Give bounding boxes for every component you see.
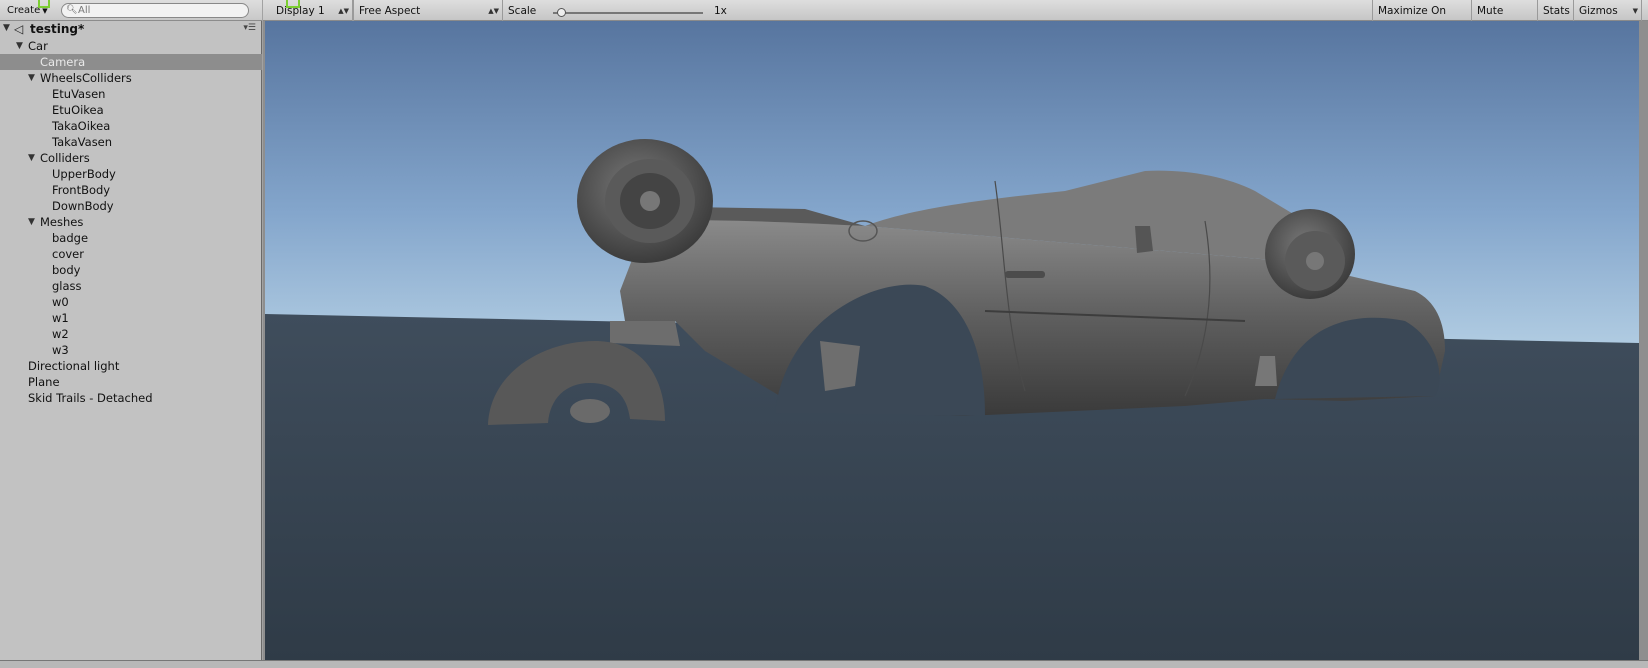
hierarchy-item[interactable]: ▼ Meshes — [0, 214, 262, 230]
scene-render — [265, 21, 1639, 661]
scene-header[interactable]: ▼ ◁ testing* ▾☰ — [0, 21, 262, 38]
hierarchy-item[interactable]: UpperBody — [0, 166, 262, 182]
game-view: Display 1 ▲▼ Free Aspect ▲▼ Scale 1x Max… — [263, 0, 1648, 668]
hierarchy-item[interactable]: Camera — [0, 54, 262, 70]
hierarchy-toolbar: Create ▼ 🔍︎ All — [0, 0, 262, 21]
hierarchy-item[interactable]: FrontBody — [0, 182, 262, 198]
create-label: Create — [7, 5, 41, 16]
hierarchy-item-label: FrontBody — [52, 183, 111, 197]
hierarchy-item-label: WheelsColliders — [40, 71, 132, 85]
wheel-rear-top — [577, 139, 713, 263]
mute-audio-button[interactable]: Mute Audio — [1472, 0, 1538, 39]
hierarchy-item-label: Meshes — [40, 215, 84, 229]
hierarchy-item-label: TakaOikea — [52, 119, 111, 133]
gizmos-label: Gizmos — [1579, 5, 1618, 17]
menu-icon[interactable]: ▾☰ — [243, 23, 256, 33]
hierarchy-item[interactable]: Directional light — [0, 358, 262, 374]
display-dropdown[interactable]: Display 1 ▲▼ — [271, 0, 353, 21]
hierarchy-item-label: EtuVasen — [52, 87, 106, 101]
green-marker-icon — [38, 0, 50, 8]
dropdown-arrow-icon: ▼ — [42, 7, 48, 15]
updown-icon: ▲▼ — [338, 7, 349, 15]
unity-icon: ◁ — [14, 22, 24, 36]
scale-slider-track[interactable] — [553, 12, 703, 14]
hierarchy-item[interactable]: w1 — [0, 310, 262, 326]
hierarchy-item[interactable]: w0 — [0, 294, 262, 310]
hierarchy-item-label: Colliders — [40, 151, 90, 165]
hierarchy-item[interactable]: ▼ WheelsColliders — [0, 70, 262, 86]
hierarchy-item-label: TakaVasen — [52, 135, 113, 149]
hierarchy-item[interactable]: ▼ Colliders — [0, 150, 262, 166]
hierarchy-item-label: body — [52, 263, 81, 277]
hierarchy-item-label: Car — [28, 39, 48, 53]
hierarchy-item[interactable]: EtuVasen — [0, 86, 262, 102]
hierarchy-item-label: Plane — [28, 375, 60, 389]
updown-icon: ▲▼ — [488, 7, 499, 15]
search-icon: 🔍︎ — [66, 5, 78, 15]
hierarchy-item[interactable]: ▼ Car — [0, 38, 262, 54]
scale-slider-handle[interactable] — [557, 8, 566, 17]
hierarchy-item-label: DownBody — [52, 199, 114, 213]
aspect-dropdown[interactable]: Free Aspect ▲▼ — [353, 0, 503, 21]
hierarchy-item[interactable]: Plane — [0, 374, 262, 390]
stats-button[interactable]: Stats — [1538, 0, 1574, 21]
scale-label: Scale — [508, 5, 537, 17]
hierarchy-item[interactable]: DownBody — [0, 198, 262, 214]
hierarchy-item[interactable]: badge — [0, 230, 262, 246]
triangle-down-icon[interactable]: ▼ — [28, 150, 35, 166]
hierarchy-item-label: EtuOikea — [52, 103, 104, 117]
hierarchy-item-label: Directional light — [28, 359, 120, 373]
hierarchy-item-label: w1 — [52, 311, 69, 325]
green-marker-icon — [286, 0, 300, 8]
maximize-on-play-button[interactable]: Maximize On Play — [1372, 0, 1472, 39]
gizmos-button[interactable]: Gizmos ▼ — [1574, 0, 1642, 21]
game-viewport[interactable] — [265, 21, 1639, 661]
display-label: Display 1 — [276, 5, 325, 17]
hierarchy-item-label: badge — [52, 231, 89, 245]
triangle-down-icon[interactable]: ▼ — [3, 23, 10, 33]
hierarchy-item-label: Camera — [40, 55, 86, 69]
search-placeholder: All — [78, 5, 91, 16]
triangle-down-icon[interactable]: ▼ — [16, 38, 23, 54]
scene-name: testing* — [30, 22, 85, 36]
hierarchy-item[interactable]: Skid Trails - Detached — [0, 390, 262, 406]
hierarchy-item-label: w3 — [52, 343, 69, 357]
hierarchy-item[interactable]: w3 — [0, 342, 262, 358]
game-toolbar: Display 1 ▲▼ Free Aspect ▲▼ Scale 1x Max… — [263, 0, 1648, 39]
hierarchy-item[interactable]: TakaVasen — [0, 134, 262, 150]
hierarchy-item-label: cover — [52, 247, 84, 261]
hierarchy-item[interactable]: EtuOikea — [0, 102, 262, 118]
hierarchy-item[interactable]: glass — [0, 278, 262, 294]
triangle-down-icon[interactable]: ▼ — [28, 70, 35, 86]
aspect-label: Free Aspect — [359, 5, 421, 17]
scale-value: 1x — [714, 5, 727, 17]
hierarchy-item[interactable]: body — [0, 262, 262, 278]
hierarchy-item-label: Skid Trails - Detached — [28, 391, 153, 405]
hierarchy-item-label: UpperBody — [52, 167, 116, 181]
bottom-tab-strip — [0, 660, 1648, 668]
hierarchy-item[interactable]: w2 — [0, 326, 262, 342]
hierarchy-panel: Create ▼ 🔍︎ All ▼ ◁ testing* ▾☰ ▼ Car Camer… — [0, 0, 262, 668]
wheel-front-right — [1265, 209, 1355, 299]
hierarchy-item-label: glass — [52, 279, 82, 293]
dropdown-arrow-icon: ▼ — [1632, 7, 1638, 15]
hierarchy-item-label: w0 — [52, 295, 69, 309]
triangle-down-icon[interactable]: ▼ — [28, 214, 35, 230]
hierarchy-item[interactable]: cover — [0, 246, 262, 262]
hierarchy-item-label: w2 — [52, 327, 69, 341]
hierarchy-search-input[interactable]: 🔍︎ All — [61, 3, 249, 18]
hierarchy-tree: ▼ Car Camera ▼ WheelsColliders EtuVasen EtuOik… — [0, 38, 262, 406]
hierarchy-item[interactable]: TakaOikea — [0, 118, 262, 134]
